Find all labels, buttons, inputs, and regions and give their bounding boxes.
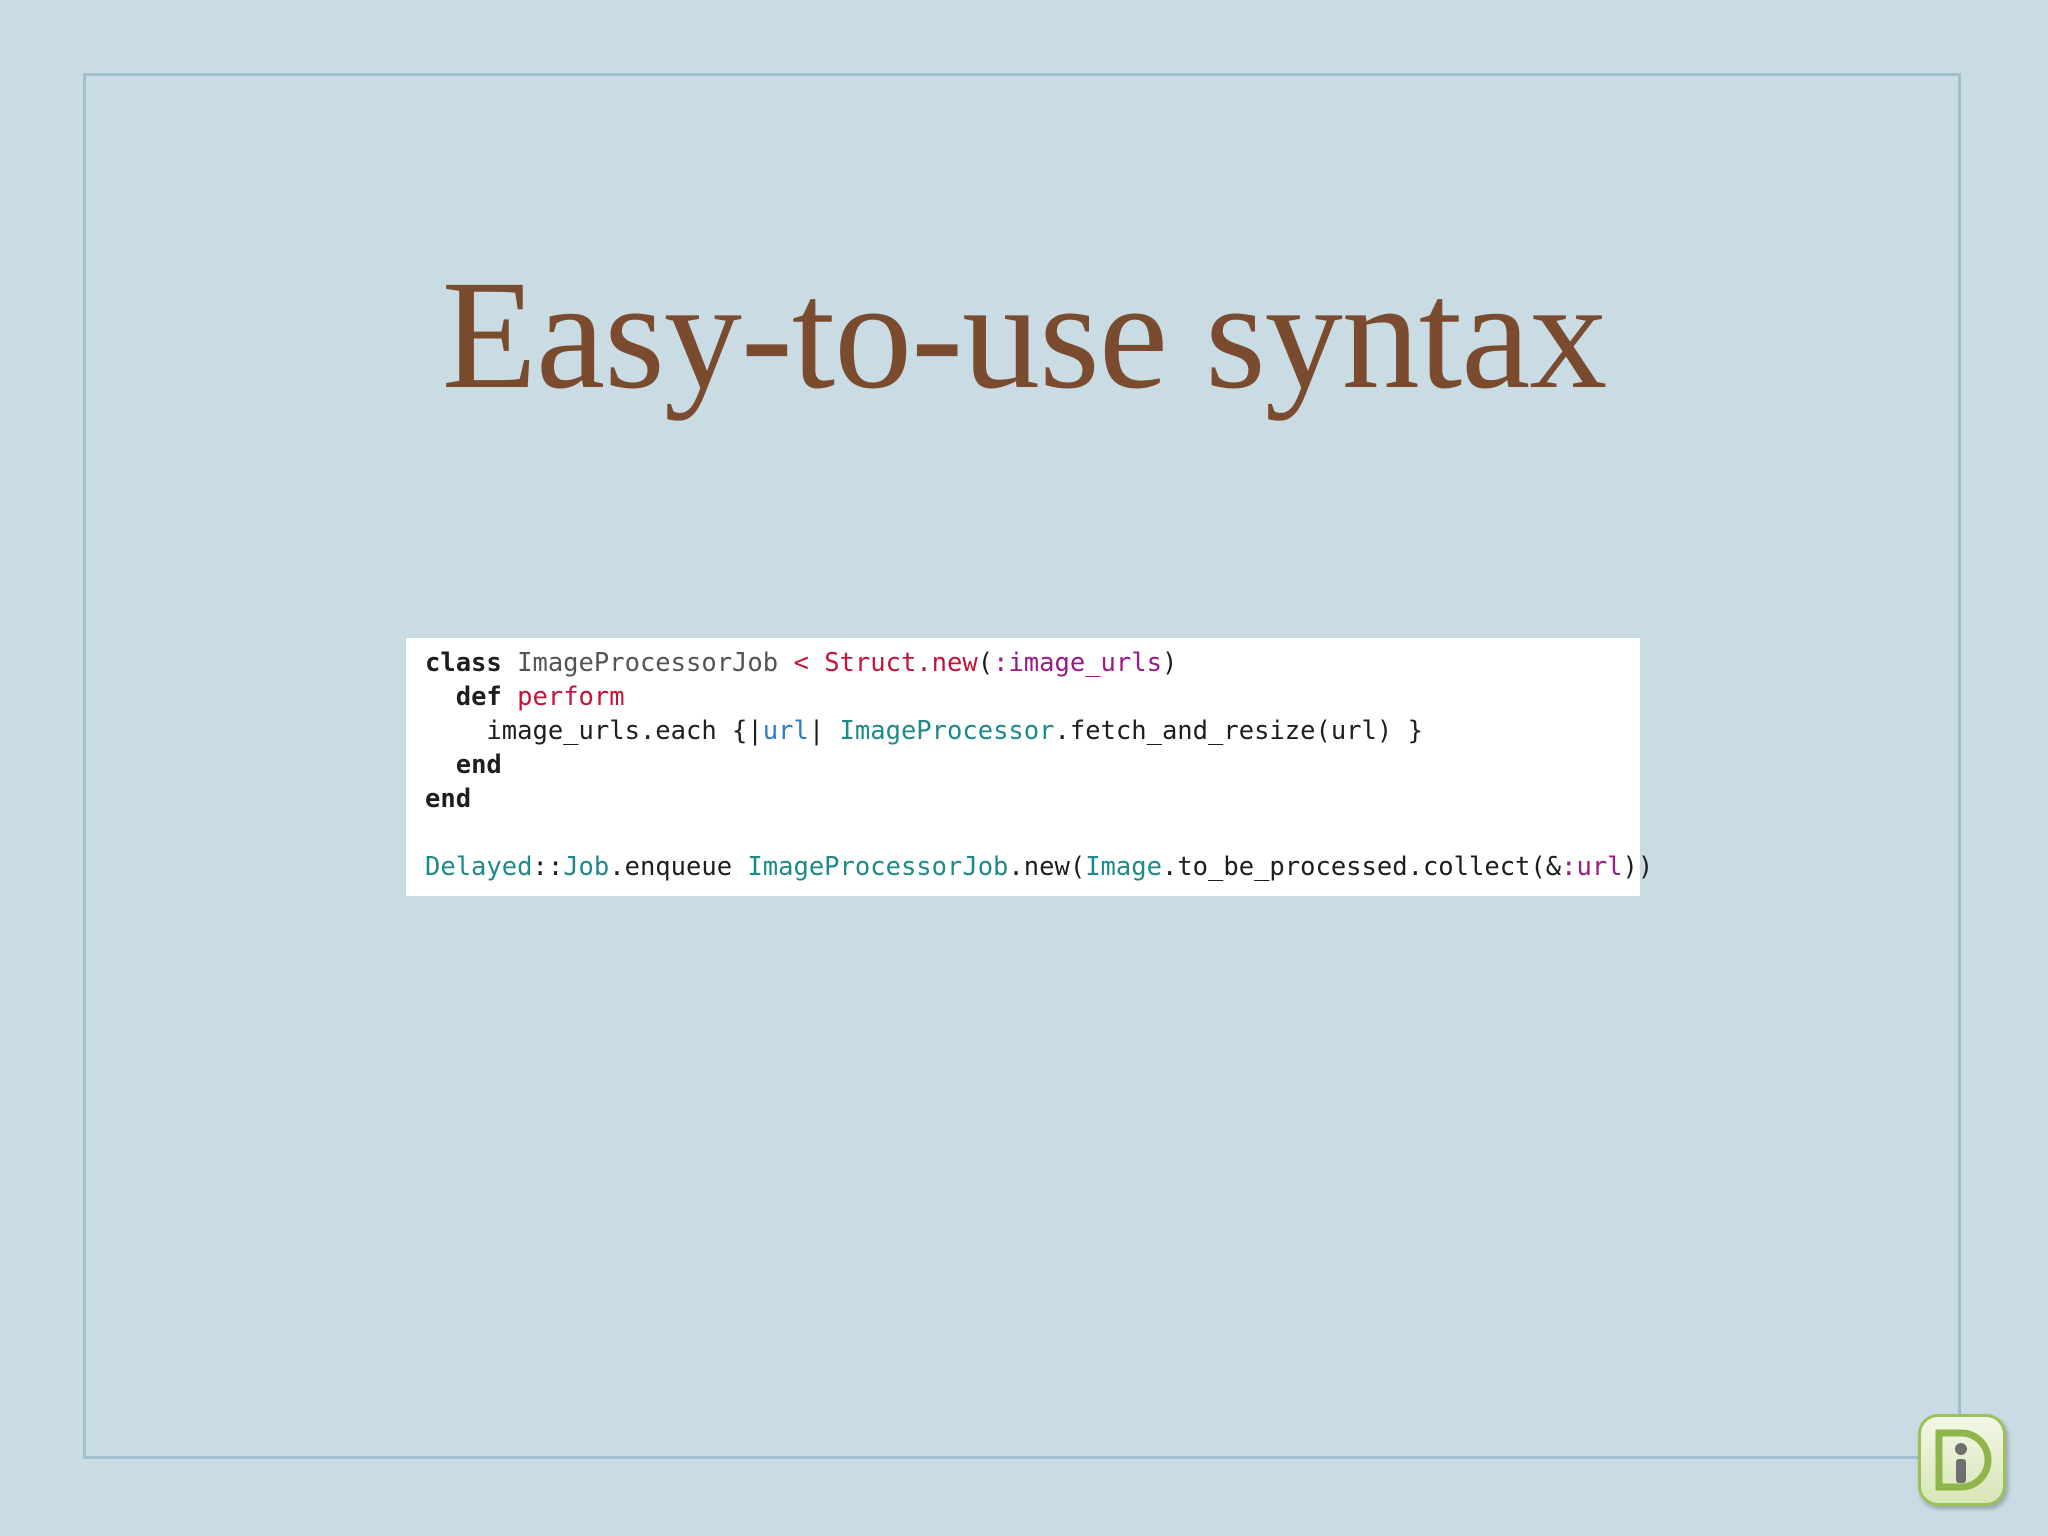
code-line-2: def perform bbox=[425, 680, 1640, 714]
code-snippet: class ImageProcessorJob < Struct.new(:im… bbox=[406, 638, 1653, 896]
code-constant: Struct.new bbox=[824, 648, 978, 678]
code-method-name: perform bbox=[517, 682, 625, 712]
code-line-3: image_urls.each {|url| ImageProcessor.fe… bbox=[425, 714, 1640, 748]
code-text: .to_be_processed.collect(& bbox=[1161, 852, 1562, 882]
code-constant: Image bbox=[1085, 852, 1162, 882]
code-block-var: url bbox=[762, 716, 809, 746]
code-constant: Job bbox=[563, 852, 610, 882]
code-line-1: class ImageProcessorJob < Struct.new(:im… bbox=[425, 646, 1640, 680]
code-text: .fetch_and_resize(url) } bbox=[1054, 716, 1423, 746]
code-line-7: Delayed::Job.enqueue ImageProcessorJob.n… bbox=[425, 850, 1653, 884]
code-operator: < bbox=[793, 648, 809, 678]
code-keyword: end bbox=[425, 784, 472, 814]
code-symbol: :image_urls bbox=[993, 648, 1162, 678]
code-line-4: end bbox=[425, 748, 1640, 782]
code-text: .enqueue bbox=[609, 852, 748, 882]
code-paren: ) bbox=[1161, 648, 1178, 678]
code-line-5: end bbox=[425, 782, 1640, 816]
slide-title: Easy-to-use syntax bbox=[441, 248, 1608, 421]
code-text: | bbox=[808, 716, 840, 746]
code-class-name: ImageProcessorJob bbox=[517, 648, 779, 678]
code-text: image_urls.each {| bbox=[486, 716, 763, 746]
code-constant: ImageProcessor bbox=[839, 716, 1055, 746]
code-symbol: :url bbox=[1561, 852, 1623, 882]
code-constant: ImageProcessorJob bbox=[747, 852, 1009, 882]
code-constant: Delayed bbox=[425, 852, 533, 882]
code-keyword: def bbox=[455, 682, 502, 712]
code-text: .new( bbox=[1008, 852, 1086, 882]
info-glyph-icon bbox=[1935, 1429, 1992, 1491]
code-keyword: class bbox=[425, 648, 502, 678]
code-text: :: bbox=[532, 852, 564, 882]
code-keyword: end bbox=[455, 750, 502, 780]
code-paren: ( bbox=[977, 648, 994, 678]
info-badge-icon bbox=[1918, 1414, 2006, 1506]
code-text: )) bbox=[1622, 852, 1654, 882]
